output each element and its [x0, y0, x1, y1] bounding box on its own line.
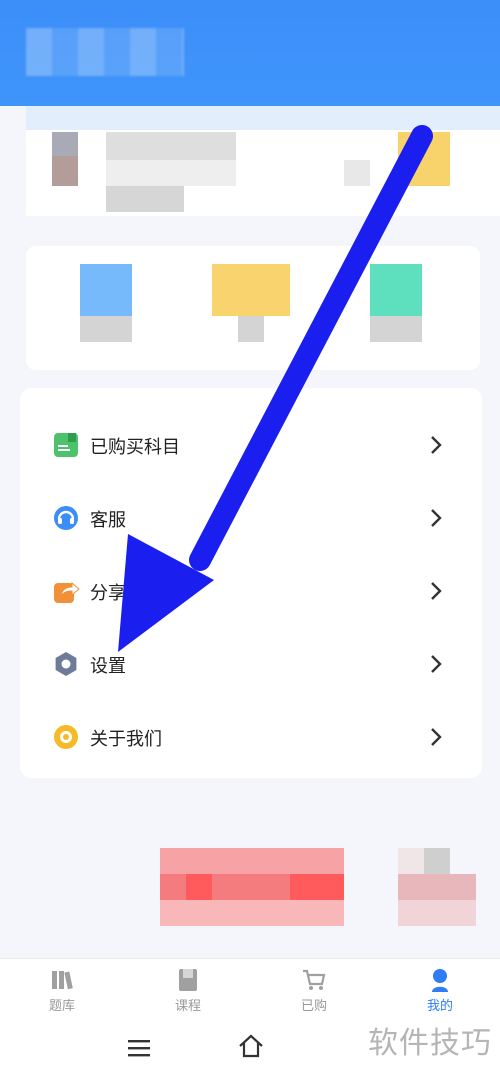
nav-item-purchased[interactable]: 已购: [274, 967, 354, 1017]
nav-item-question-bank[interactable]: 题库: [22, 967, 102, 1017]
menu-card: 已购买科目 客服 分享 设置 关于我们: [20, 388, 482, 778]
bottom-nav: 题库 课程 已购 我的: [0, 958, 500, 1021]
watermark-text: 软件技巧: [368, 1026, 492, 1061]
home-icon[interactable]: [238, 1034, 264, 1058]
profile-card-blurred[interactable]: [26, 106, 500, 216]
user-icon: [432, 969, 448, 992]
nav-label: 题库: [48, 999, 75, 1014]
nav-item-mine[interactable]: 我的: [400, 967, 480, 1017]
chevron-right-icon: [431, 728, 442, 746]
menu-label: 已购买科目: [90, 437, 180, 458]
nav-label: 已购: [300, 999, 327, 1014]
menu-label: 分享: [90, 583, 126, 604]
chevron-right-icon: [431, 436, 442, 454]
menu-icon[interactable]: [128, 1038, 150, 1058]
menu-item-about-us[interactable]: 关于我们: [20, 701, 482, 774]
menu-item-customer-service[interactable]: 客服: [20, 482, 482, 555]
promo-banner-blurred[interactable]: [134, 848, 478, 926]
menu-item-settings[interactable]: 设置: [20, 628, 482, 701]
nav-item-courses[interactable]: 课程: [148, 967, 228, 1017]
nav-label: 课程: [174, 999, 201, 1014]
menu-label: 客服: [90, 510, 126, 531]
menu-item-share[interactable]: 分享: [20, 555, 482, 628]
menu-item-purchased-subjects[interactable]: 已购买科目: [20, 409, 482, 482]
info-icon: [54, 725, 78, 749]
menu-label: 关于我们: [90, 729, 162, 750]
chevron-right-icon: [431, 655, 442, 673]
stats-card-blurred: [26, 246, 480, 370]
course-icon: [179, 969, 197, 991]
chevron-right-icon: [431, 509, 442, 527]
chevron-right-icon: [431, 582, 442, 600]
headset-icon: [54, 506, 78, 530]
share-icon: [54, 581, 80, 603]
menu-label: 设置: [90, 656, 126, 677]
header-title-blurred: [26, 28, 184, 76]
books-icon: [52, 971, 73, 990]
gear-icon: [55, 652, 77, 676]
header-bar: [0, 0, 500, 106]
nav-label: 我的: [426, 999, 453, 1014]
cart-icon: [303, 969, 326, 990]
book-icon: [54, 433, 78, 457]
